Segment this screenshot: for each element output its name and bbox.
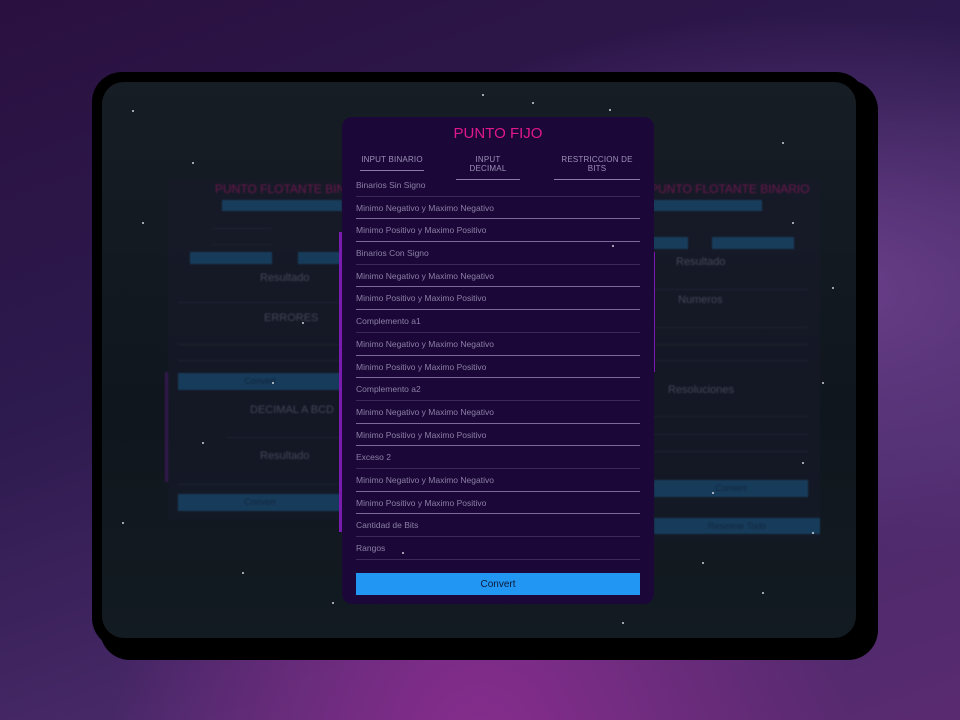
star: [822, 382, 824, 384]
star: [142, 222, 144, 224]
right-numeros: Numeros: [678, 294, 723, 306]
star: [402, 552, 404, 554]
star: [712, 492, 714, 494]
star: [762, 592, 764, 594]
result-field[interactable]: Minimo Negativo y Maximo Negativo: [356, 265, 640, 288]
star: [782, 142, 784, 144]
star: [242, 572, 244, 574]
star: [812, 532, 814, 534]
result-field[interactable]: Minimo Negativo y Maximo Negativo: [356, 333, 640, 356]
right-card-title: PUNTO FLOTANTE BINARIO: [650, 182, 810, 196]
right-resoluciones: Resoluciones: [668, 384, 735, 396]
star: [482, 94, 484, 96]
section-header: Binarios Con Signo: [356, 242, 640, 265]
result-field[interactable]: Minimo Positivo y Maximo Positivo: [356, 424, 640, 447]
section-header: Exceso 2: [356, 446, 640, 469]
star: [792, 222, 794, 224]
result-field[interactable]: Minimo Negativo y Maximo Negativo: [356, 197, 640, 220]
star: [802, 462, 804, 464]
star: [302, 322, 304, 324]
section-header: Binarios Sin Signo: [356, 174, 640, 197]
section-header: Complemento a2: [356, 378, 640, 401]
right-resultado: Resultado: [676, 256, 726, 268]
star: [202, 442, 204, 444]
results-list: Binarios Sin Signo Minimo Negativo y Maxi…: [356, 174, 640, 560]
star: [192, 162, 194, 164]
section-header: Rangos: [356, 537, 640, 560]
result-field[interactable]: Minimo Positivo y Maximo Positivo: [356, 492, 640, 515]
result-field[interactable]: Minimo Negativo y Maximo Negativo: [356, 401, 640, 424]
right-convert-button[interactable]: Convert: [654, 480, 808, 497]
punto-fijo-panel: PUNTO FIJO INPUT BINARIO INPUT DECIMAL R…: [342, 117, 654, 604]
star: [132, 110, 134, 112]
reset-all-button[interactable]: Resetear Todo: [654, 518, 820, 534]
panel-title: PUNTO FIJO: [453, 125, 543, 142]
star: [532, 102, 534, 104]
star: [612, 245, 614, 247]
tab-input-binario[interactable]: INPUT BINARIO: [360, 155, 424, 171]
star: [622, 622, 624, 624]
section-header: Cantidad de Bits: [356, 514, 640, 537]
result-field[interactable]: Minimo Positivo y Maximo Positivo: [356, 356, 640, 379]
star: [702, 562, 704, 564]
convert-button[interactable]: Convert: [356, 573, 640, 595]
result-field[interactable]: Minimo Positivo y Maximo Positivo: [356, 287, 640, 311]
star: [609, 109, 611, 111]
star: [272, 382, 274, 384]
star: [832, 287, 834, 289]
star: [122, 522, 124, 524]
result-field[interactable]: Minimo Positivo y Maximo Positivo: [356, 219, 640, 243]
section-header: Complemento a1: [356, 310, 640, 333]
app-screen: PUNTO FLOTANTE BINARIO Resultado ERRORES…: [102, 82, 856, 638]
result-field[interactable]: Minimo Negativo y Maximo Negativo: [356, 469, 640, 492]
device-frame: PUNTO FLOTANTE BINARIO Resultado ERRORES…: [92, 72, 866, 648]
star: [332, 602, 334, 604]
